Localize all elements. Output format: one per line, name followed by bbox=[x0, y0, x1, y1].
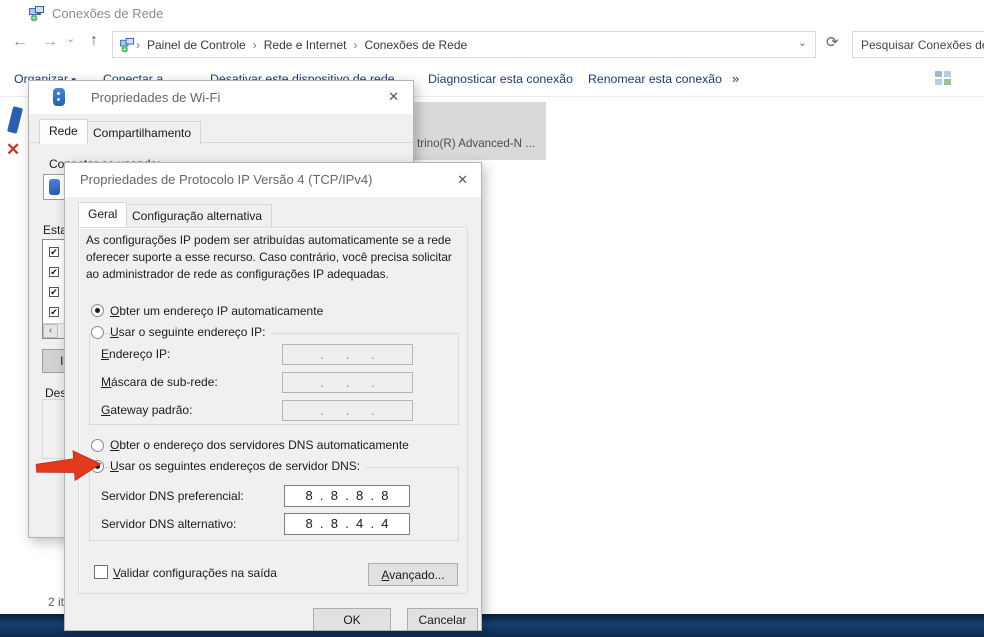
radio-auto-dns-label[interactable]: Obter o endereço dos servidores DNS auto… bbox=[110, 438, 409, 452]
intro-line: ao administrador de rede as configuraçõe… bbox=[86, 266, 452, 283]
tab-compartilhamento[interactable]: Compartilhamento bbox=[83, 121, 201, 144]
recent-pages-chevron-icon[interactable]: ⌄ bbox=[66, 31, 75, 47]
address-bar[interactable]: › Painel de Controle › Rede e Internet ›… bbox=[112, 31, 816, 58]
radio-manual-ip-label[interactable]: Usar o seguinte endereço IP: bbox=[110, 325, 271, 339]
item-checkbox[interactable]: ✔ bbox=[49, 307, 59, 317]
forward-icon[interactable]: → bbox=[42, 34, 58, 50]
breadcrumb-network-connections[interactable]: Conexões de Rede bbox=[357, 38, 474, 52]
preferred-dns-field[interactable]: 8 . 8 . 8 . 8 bbox=[284, 485, 410, 507]
intro-line: As configurações IP podem ser atribuídas… bbox=[86, 232, 452, 249]
radio-auto-ip-label[interactable]: Obter um endereço IP automaticamente bbox=[110, 304, 323, 318]
wifi-dialog-close-icon[interactable]: ✕ bbox=[388, 89, 399, 105]
radio-manual-dns-label[interactable]: Usar os seguintes endereços de servidor … bbox=[110, 459, 366, 473]
subnet-mask-field[interactable]: . . . bbox=[282, 372, 413, 393]
wifi-adapter-icon bbox=[53, 88, 65, 106]
ip-address-label: Endereço IP: bbox=[101, 347, 170, 361]
wifi-adapter-tile[interactable]: trino(R) Advanced-N ... bbox=[413, 102, 546, 160]
default-gateway-field[interactable]: . . . bbox=[282, 400, 413, 421]
item-checkbox[interactable]: ✔ bbox=[49, 287, 59, 297]
rename-connection-button[interactable]: Renomear esta conexão bbox=[588, 72, 722, 86]
search-box[interactable] bbox=[852, 31, 984, 58]
radio-manual-ip[interactable] bbox=[91, 326, 104, 339]
alternate-dns-field[interactable]: 8 . 8 . 4 . 4 bbox=[284, 513, 410, 535]
cancel-button[interactable]: Cancelar bbox=[407, 608, 478, 631]
address-dropdown-chevron-icon[interactable]: ⌄ bbox=[798, 36, 807, 49]
refresh-icon[interactable]: ⟳ bbox=[826, 33, 839, 51]
tab-configuracao-alternativa[interactable]: Configuração alternativa bbox=[122, 204, 272, 227]
ipv4-properties-dialog: Propriedades de Protocolo IP Versão 4 (T… bbox=[64, 162, 482, 631]
intro-line: oferecer suporte a esse recurso. Caso co… bbox=[86, 249, 452, 266]
ipv4-dialog-titlebar[interactable]: Propriedades de Protocolo IP Versão 4 (T… bbox=[65, 163, 481, 197]
default-gateway-label: Gateway padrão: bbox=[101, 403, 192, 417]
ip-address-field[interactable]: . . . bbox=[282, 344, 413, 365]
advanced-button[interactable]: Avançado... bbox=[368, 563, 458, 586]
adapter-icon bbox=[49, 179, 60, 195]
validate-checkbox-label[interactable]: Validar configurações na saída bbox=[113, 566, 277, 580]
radio-auto-ip[interactable] bbox=[91, 304, 104, 317]
search-input[interactable] bbox=[853, 32, 984, 57]
red-annotation-arrow bbox=[35, 447, 103, 487]
intro-paragraph: As configurações IP podem ser atribuídas… bbox=[86, 232, 452, 283]
ok-button[interactable]: OK bbox=[313, 608, 391, 631]
alternate-dns-label: Servidor DNS alternativo: bbox=[101, 517, 236, 531]
diagnose-connection-button[interactable]: Diagnosticar esta conexão bbox=[428, 72, 573, 86]
disabled-red-x-icon: ✕ bbox=[6, 140, 20, 160]
breadcrumb-network-internet[interactable]: Rede e Internet bbox=[257, 38, 354, 52]
preferred-dns-label: Servidor DNS preferencial: bbox=[101, 489, 244, 503]
subnet-mask-label: Máscara de sub-rede: bbox=[101, 375, 218, 389]
validate-checkbox[interactable] bbox=[94, 565, 108, 579]
wifi-adapter-tile-label: trino(R) Advanced-N ... bbox=[417, 137, 535, 150]
wifi-dialog-title: Propriedades de Wi-Fi bbox=[91, 90, 220, 105]
view-tiles-icon[interactable] bbox=[934, 69, 952, 87]
screen: Conexões de Rede ← → ⌄ ↑ › Painel de Con… bbox=[0, 0, 984, 637]
wifi-dialog-titlebar[interactable]: Propriedades de Wi-Fi ✕ bbox=[29, 81, 413, 114]
breadcrumb-control-panel[interactable]: Painel de Controle bbox=[140, 38, 253, 52]
ipv4-dialog-close-icon[interactable]: ✕ bbox=[457, 172, 468, 188]
more-commands-button[interactable]: » bbox=[732, 71, 739, 86]
tab-geral[interactable]: Geral bbox=[78, 202, 127, 227]
item-checkbox[interactable]: ✔ bbox=[49, 267, 59, 277]
up-icon[interactable]: ↑ bbox=[90, 33, 98, 49]
tab-rede[interactable]: Rede bbox=[39, 119, 88, 144]
item-checkbox[interactable]: ✔ bbox=[49, 247, 59, 257]
scroll-left-icon[interactable]: ‹ bbox=[43, 324, 58, 338]
window-title: Conexões de Rede bbox=[52, 6, 163, 21]
network-connections-icon bbox=[28, 5, 46, 22]
address-location-icon bbox=[119, 37, 136, 53]
back-icon[interactable]: ← bbox=[12, 34, 28, 50]
ipv4-dialog-title: Propriedades de Protocolo IP Versão 4 (T… bbox=[80, 172, 372, 187]
ethernet-adapter-icon[interactable] bbox=[7, 106, 23, 134]
